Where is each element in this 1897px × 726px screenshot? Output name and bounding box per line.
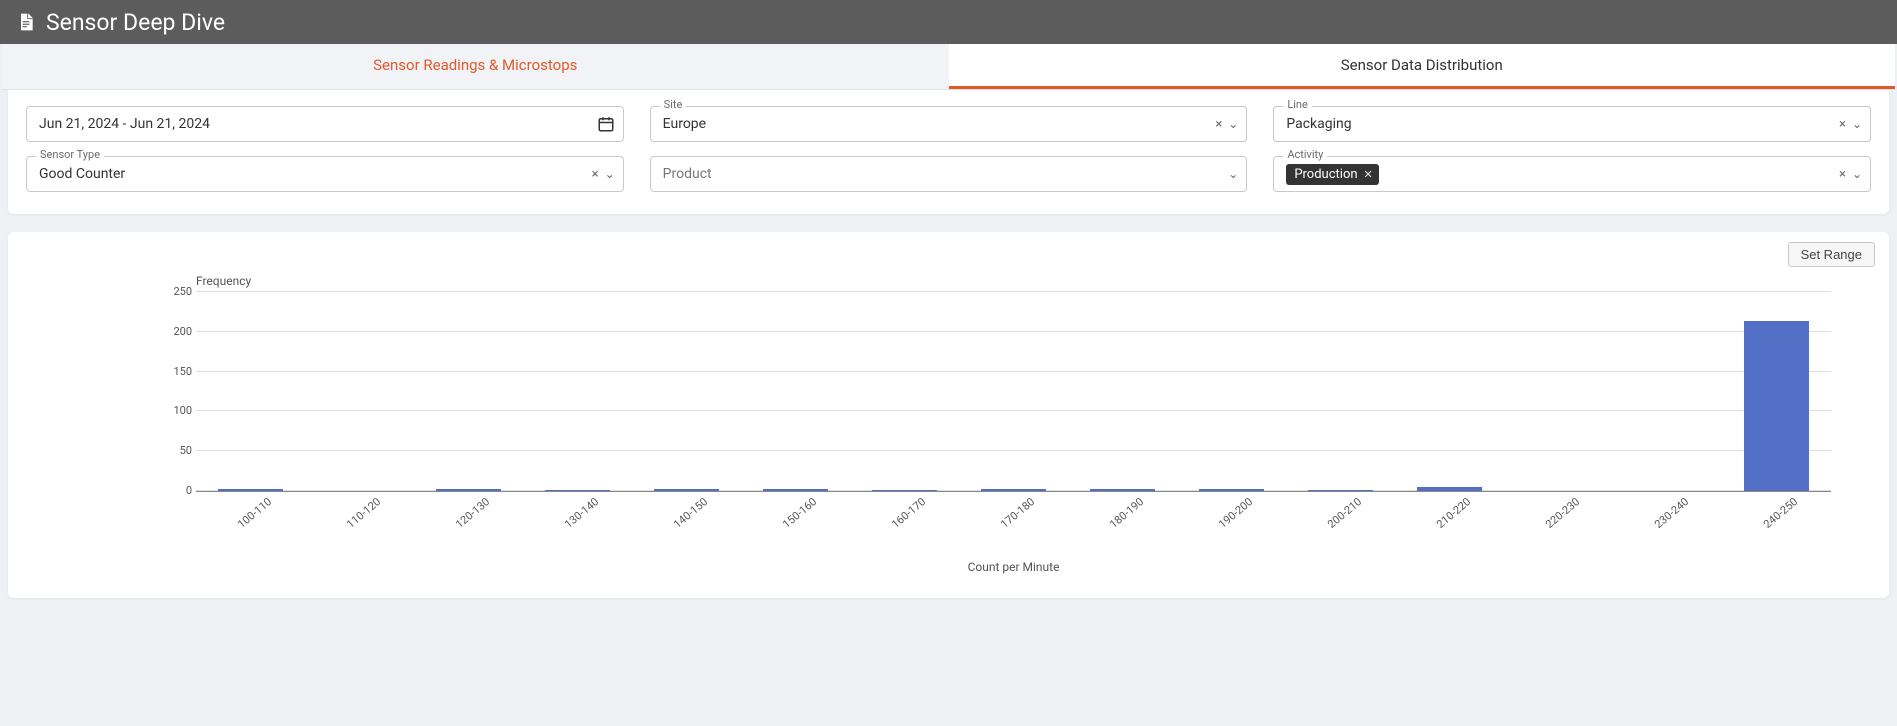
bar-slot	[196, 292, 305, 491]
clear-icon[interactable]: ×	[592, 167, 599, 182]
sensor-type-field[interactable]: Sensor Type Good Counter × ⌄	[26, 156, 624, 192]
product-field[interactable]: Product ⌄	[650, 156, 1248, 192]
chevron-down-icon[interactable]: ⌄	[1852, 117, 1862, 131]
activity-label: Activity	[1283, 148, 1327, 161]
bar-slot	[1504, 292, 1613, 491]
bar-slot	[1722, 292, 1831, 491]
tabs-container: Sensor Readings & Microstops Sensor Data…	[2, 44, 1895, 90]
bar-slot	[632, 292, 741, 491]
bar-slot	[1286, 292, 1395, 491]
bar-slot	[1395, 292, 1504, 491]
line-value: Packaging	[1286, 116, 1839, 132]
ytick-label: 250	[166, 285, 192, 298]
ytick-label: 150	[166, 365, 192, 378]
line-label: Line	[1283, 98, 1312, 111]
activity-value: Production ✕	[1286, 164, 1839, 185]
tabs-bar: Sensor Readings & Microstops Sensor Data…	[2, 44, 1895, 90]
calendar-icon[interactable]	[597, 115, 615, 133]
clear-icon[interactable]: ×	[1839, 167, 1846, 182]
site-label: Site	[660, 98, 687, 111]
clear-icon[interactable]: ×	[1839, 117, 1846, 132]
bar-slot	[850, 292, 959, 491]
sensor-type-label: Sensor Type	[36, 148, 104, 161]
bar-slot	[523, 292, 632, 491]
ytick-label: 200	[166, 325, 192, 338]
bar-slot	[959, 292, 1068, 491]
bar-slot	[1613, 292, 1722, 491]
line-field[interactable]: Line Packaging × ⌄	[1273, 106, 1871, 142]
bar[interactable]	[1744, 321, 1809, 491]
chart-panel: Set Range Frequency 050100150200250 100-…	[8, 232, 1889, 598]
site-field[interactable]: Site Europe × ⌄	[650, 106, 1248, 142]
product-placeholder: Product	[663, 166, 1229, 182]
bar-slot	[1068, 292, 1177, 491]
site-value: Europe	[663, 116, 1216, 132]
bars-container	[196, 292, 1831, 491]
clear-icon[interactable]: ×	[1215, 117, 1222, 132]
bar-slot	[305, 292, 414, 491]
chart-area: Frequency 050100150200250 100-110110-120…	[26, 274, 1871, 574]
chevron-down-icon[interactable]: ⌄	[1852, 167, 1862, 181]
chart-ylabel: Frequency	[196, 274, 1831, 288]
page-title: Sensor Deep Dive	[46, 9, 225, 36]
chart-xlabels: 100-110110-120120-130130-140140-150150-1…	[196, 498, 1831, 532]
date-range-value: Jun 21, 2024 - Jun 21, 2024	[39, 116, 597, 132]
document-icon	[16, 10, 36, 34]
set-range-button[interactable]: Set Range	[1788, 242, 1875, 267]
tab-sensor-distribution[interactable]: Sensor Data Distribution	[949, 44, 1896, 89]
tab-sensor-readings[interactable]: Sensor Readings & Microstops	[2, 44, 949, 89]
activity-chip[interactable]: Production ✕	[1286, 164, 1378, 185]
chevron-down-icon[interactable]: ⌄	[1228, 117, 1238, 131]
sensor-type-value: Good Counter	[39, 166, 592, 182]
app-header: Sensor Deep Dive	[0, 0, 1897, 44]
activity-field[interactable]: Activity Production ✕ × ⌄	[1273, 156, 1871, 192]
chart-xlabel: Count per Minute	[196, 560, 1831, 574]
ytick-label: 100	[166, 404, 192, 417]
ytick-label: 0	[166, 484, 192, 497]
ytick-label: 50	[166, 444, 192, 457]
activity-chip-label: Production	[1294, 167, 1357, 182]
date-range-field[interactable]: Jun 21, 2024 - Jun 21, 2024	[26, 106, 624, 142]
chart-plot: 050100150200250	[196, 292, 1831, 492]
bar-slot	[1177, 292, 1286, 491]
close-icon[interactable]: ✕	[1364, 168, 1373, 181]
bar-slot	[414, 292, 523, 491]
bar-slot	[741, 292, 850, 491]
chevron-down-icon[interactable]: ⌄	[605, 167, 615, 181]
filters-panel: Jun 21, 2024 - Jun 21, 2024 Site Europe …	[8, 90, 1889, 214]
chevron-down-icon[interactable]: ⌄	[1228, 167, 1238, 181]
